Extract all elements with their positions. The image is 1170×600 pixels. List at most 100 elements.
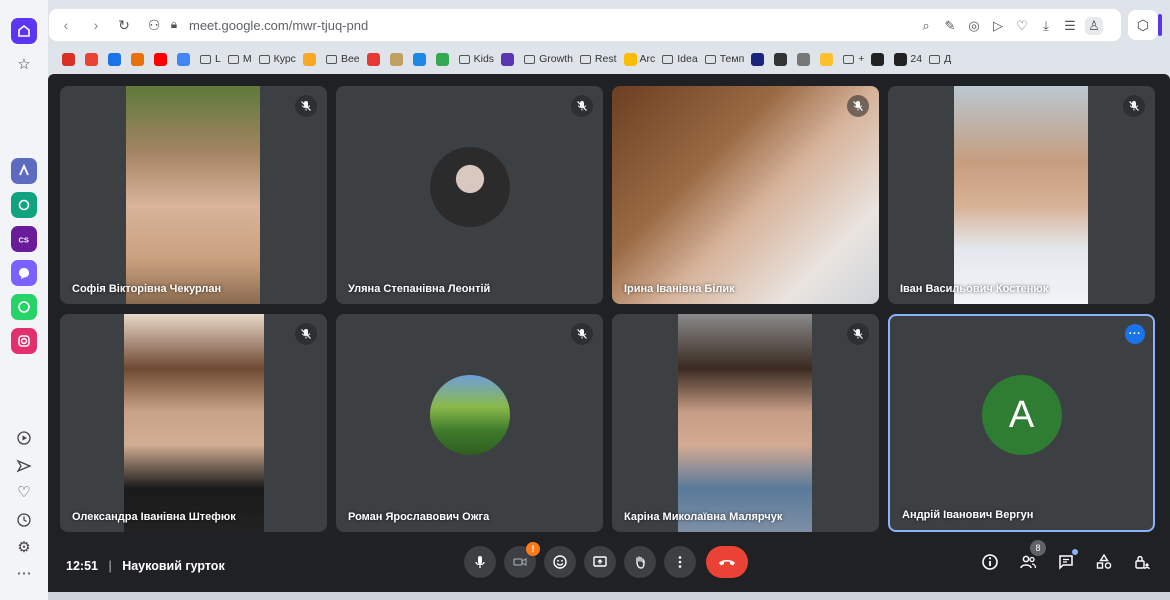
- bookmark-item[interactable]: Курс: [258, 53, 296, 65]
- participant-name: Каріна Миколаївна Малярчук: [624, 511, 783, 523]
- participant-tile-active[interactable]: A ··· Андрій Іванович Вергун: [888, 314, 1155, 532]
- play-icon[interactable]: ▷: [989, 17, 1007, 35]
- bookmark-item[interactable]: Д: [929, 53, 951, 65]
- bookmark-favicon-icon: [435, 52, 449, 66]
- back-icon[interactable]: ‹: [57, 17, 75, 33]
- bookmark-item[interactable]: [774, 52, 790, 66]
- participant-tile[interactable]: Роман Ярославович Ожга: [336, 314, 603, 532]
- url-text[interactable]: meet.google.com/mwr-tjuq-pnd: [189, 18, 368, 33]
- whatsapp-icon[interactable]: [11, 294, 37, 320]
- extensions-cube-icon[interactable]: ⬡: [1128, 10, 1158, 40]
- bookmark-item[interactable]: [412, 52, 429, 66]
- bookmark-item[interactable]: +: [843, 53, 864, 65]
- host-controls-button[interactable]: [1130, 550, 1154, 574]
- cs-app-icon[interactable]: CS: [11, 226, 37, 252]
- lock-person-icon: [1135, 555, 1150, 570]
- chat-button[interactable]: [1054, 549, 1078, 574]
- bookmark-favicon-icon: [894, 52, 908, 66]
- forward-icon[interactable]: ›: [87, 17, 105, 33]
- info-icon: [982, 554, 998, 570]
- home-icon[interactable]: [11, 18, 37, 44]
- more-options-button[interactable]: ···: [1125, 324, 1145, 344]
- address-bar[interactable]: ‹ › ↻ ⚇ 🔒︎ meet.google.com/mwr-tjuq-pnd …: [48, 8, 1122, 42]
- bookmark-item[interactable]: [177, 52, 193, 66]
- bookmark-item[interactable]: Темп: [704, 53, 744, 65]
- bookmark-item[interactable]: Rest: [579, 53, 617, 65]
- star-icon[interactable]: ☆: [14, 54, 34, 74]
- folder-icon: [258, 54, 270, 64]
- mic-button[interactable]: [464, 546, 496, 578]
- bookmark-item[interactable]: Kids: [458, 53, 494, 65]
- participant-avatar: [429, 147, 510, 227]
- site-settings-icon[interactable]: ⚇: [145, 17, 163, 34]
- camera-icon[interactable]: ◎: [965, 17, 983, 35]
- bookmark-favicon-icon: [412, 52, 426, 66]
- play-circle-icon[interactable]: [14, 428, 34, 448]
- bookmark-item[interactable]: [108, 52, 124, 66]
- participant-tile[interactable]: Софія Вікторівна Чекурлан: [60, 86, 327, 304]
- instagram-icon[interactable]: [11, 328, 37, 354]
- bookmark-item[interactable]: Idea: [662, 53, 698, 65]
- bookmark-item[interactable]: Arc: [623, 52, 655, 66]
- bookmark-item[interactable]: [501, 52, 517, 66]
- clock-icon[interactable]: [14, 510, 34, 530]
- messenger-icon[interactable]: [11, 260, 37, 286]
- meeting-details-button[interactable]: [978, 550, 1002, 574]
- bookmark-item[interactable]: [131, 52, 147, 66]
- search-icon[interactable]: ⌕: [917, 17, 935, 35]
- profile-icon[interactable]: ♙: [1085, 17, 1103, 35]
- participant-tile[interactable]: Ірина Іванівна Білик: [612, 86, 879, 304]
- bookmark-item[interactable]: M: [227, 53, 252, 65]
- people-button[interactable]: 8: [1016, 540, 1046, 574]
- bookmark-item[interactable]: [85, 52, 101, 66]
- meet-stage: Софія Вікторівна Чекурлан Уляна Степанів…: [48, 74, 1170, 592]
- participant-tile[interactable]: Іван Васильович Костенюк: [888, 86, 1155, 304]
- bookmark-item[interactable]: [302, 52, 319, 66]
- bookmark-item[interactable]: [435, 52, 452, 66]
- bookmark-item[interactable]: [820, 52, 836, 66]
- bookmark-item[interactable]: [154, 52, 170, 66]
- participant-tile[interactable]: Уляна Степанівна Леонтій: [336, 86, 603, 304]
- menu-lines-icon[interactable]: ☰: [1061, 17, 1079, 35]
- bookmark-item[interactable]: Growth: [524, 53, 573, 65]
- bookmark-item[interactable]: L: [200, 53, 221, 65]
- camera-button[interactable]: !: [504, 542, 540, 578]
- present-screen-button[interactable]: [584, 546, 616, 578]
- settings-gear-icon[interactable]: ⚙: [14, 537, 34, 557]
- browser-sidebar: ☆ CS ♡ ⚙ ⋯: [0, 0, 48, 600]
- chatgpt-icon[interactable]: [11, 192, 37, 218]
- lock-icon: 🔒︎: [170, 17, 178, 31]
- send-icon[interactable]: [14, 456, 34, 476]
- edit-icon[interactable]: ✎: [941, 17, 959, 35]
- reactions-button[interactable]: [544, 546, 576, 578]
- bookmark-favicon-icon: [366, 52, 380, 66]
- bookmark-label: Д: [944, 53, 952, 65]
- download-icon[interactable]: ⤓: [1037, 17, 1055, 35]
- folder-icon: [843, 54, 855, 64]
- participant-name: Андрій Іванович Вергун: [902, 509, 1034, 521]
- folder-icon: [662, 54, 674, 64]
- app-icon-1[interactable]: [11, 158, 37, 184]
- bookmark-item[interactable]: [389, 52, 406, 66]
- camera-warning-badge: !: [526, 542, 540, 556]
- end-call-button[interactable]: [706, 546, 748, 578]
- activities-button[interactable]: [1092, 550, 1116, 574]
- bookmark-item[interactable]: 24: [894, 52, 922, 66]
- participant-tile[interactable]: Олександра Іванівна Штефюк: [60, 314, 327, 532]
- more-options-icon[interactable]: ⋯: [14, 563, 34, 583]
- participant-tile[interactable]: Каріна Миколаївна Малярчук: [612, 314, 879, 532]
- reload-icon[interactable]: ↻: [115, 17, 133, 34]
- bookmark-item[interactable]: [62, 52, 78, 66]
- bookmark-item[interactable]: [366, 52, 383, 66]
- heart-outline-icon[interactable]: ♡: [1013, 17, 1031, 35]
- more-actions-button[interactable]: [664, 546, 696, 578]
- raise-hand-button[interactable]: [624, 546, 656, 578]
- bookmark-item[interactable]: [751, 52, 767, 66]
- bookmark-item[interactable]: [871, 52, 887, 66]
- bookmark-item[interactable]: [797, 52, 813, 66]
- heart-icon[interactable]: ♡: [14, 482, 34, 502]
- bookmark-favicon-icon: [108, 52, 121, 66]
- svg-text:CS: CS: [19, 236, 29, 245]
- bookmark-item[interactable]: Bee: [325, 53, 360, 65]
- folder-icon: [325, 54, 337, 64]
